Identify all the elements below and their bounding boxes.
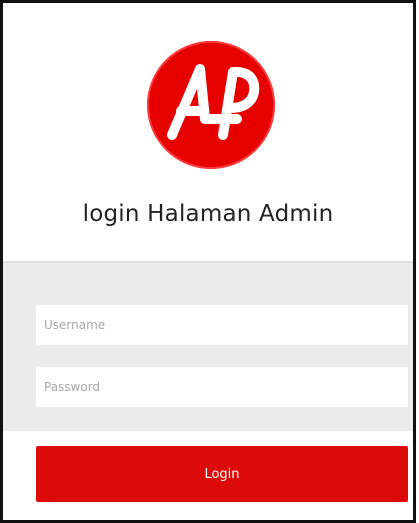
alp-logo-icon: [149, 43, 273, 167]
username-input[interactable]: [36, 305, 408, 345]
password-input[interactable]: [36, 367, 408, 407]
login-button[interactable]: Login: [36, 446, 408, 502]
page-title: login Halaman Admin: [82, 201, 334, 227]
login-form: [3, 261, 413, 431]
alp-logo: [147, 41, 275, 169]
login-header: login Halaman Admin: [3, 3, 413, 261]
login-panel: login Halaman Admin Login: [0, 0, 416, 523]
